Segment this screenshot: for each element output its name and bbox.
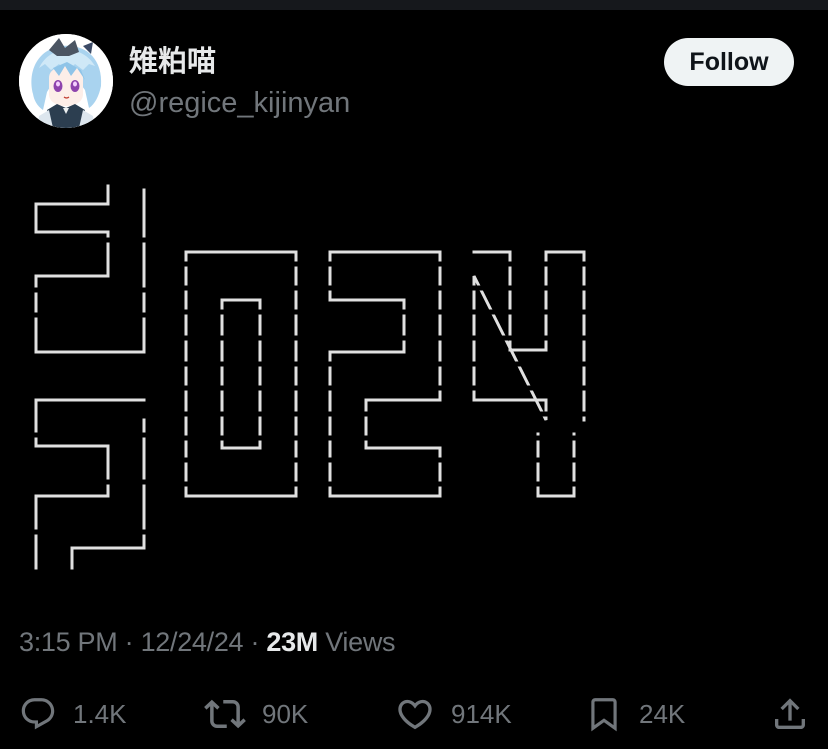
reply-button[interactable]: 1.4K <box>19 690 127 738</box>
like-count: 914K <box>451 699 512 729</box>
art-glyph-zero-inner <box>220 298 262 450</box>
top-edge-bar <box>0 0 828 10</box>
meta-separator: · <box>124 627 134 657</box>
reply-count: 1.4K <box>73 699 127 729</box>
user-avatar[interactable] <box>19 34 113 128</box>
line-art-2024 <box>34 184 586 570</box>
post-line-art <box>30 184 600 570</box>
bookmark-button[interactable]: 24K <box>585 690 685 738</box>
user-handle[interactable]: @regice_kijinyan <box>129 85 350 121</box>
post-meta: 3:15 PM · 12/24/24 · 23M Views <box>19 624 396 660</box>
line-art-gaps <box>30 237 600 535</box>
bookmark-count: 24K <box>639 699 686 729</box>
bookmark-icon <box>585 694 623 734</box>
views-label: Views <box>325 627 396 657</box>
share-button[interactable] <box>770 690 810 738</box>
repost-count: 90K <box>262 699 309 729</box>
reply-icon <box>19 695 57 733</box>
post-time[interactable]: 3:15 PM <box>19 627 118 657</box>
art-glyph-left-top <box>34 184 146 354</box>
heart-icon <box>395 694 435 734</box>
repost-button[interactable]: 90K <box>204 690 308 738</box>
share-icon <box>770 694 810 734</box>
display-name[interactable]: 雉粕喵 <box>129 43 216 79</box>
meta-separator: · <box>250 627 260 657</box>
follow-button[interactable]: Follow <box>664 38 794 86</box>
anime-avatar-icon <box>19 34 113 128</box>
like-button[interactable]: 914K <box>395 690 512 738</box>
post-date[interactable]: 12/24/24 <box>141 627 244 657</box>
views-count: 23M <box>266 627 318 657</box>
repost-icon <box>204 693 246 735</box>
